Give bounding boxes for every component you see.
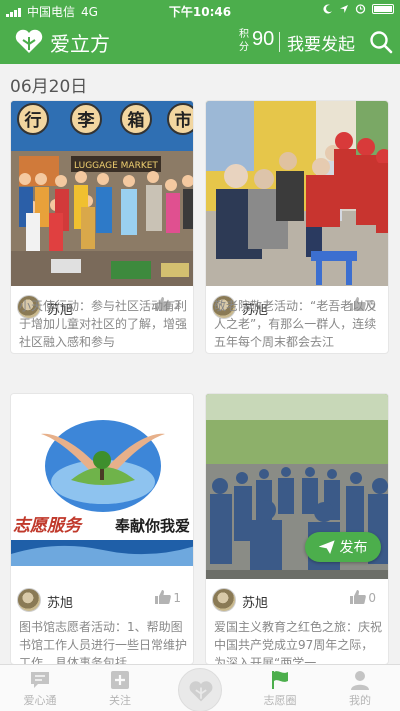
store-sign-char: 李 (78, 110, 95, 131)
heart-logo-icon (189, 681, 213, 702)
activity-excerpt: 爱国主义教育之红色之旅：庆祝中国共产党成立97周年之际，为深入开展“两学一 (214, 620, 383, 665)
plus-square-icon (111, 671, 129, 689)
volunteer-slogan-right: 奉献你我爱 (114, 517, 190, 535)
tab-label: 爱心通 (23, 694, 57, 707)
activity-card[interactable]: 苏旭 0 爱国主义教育之红色之旅：庆祝中国共产党成立97周年之际，为深入开展“两… (205, 393, 389, 665)
publish-button[interactable]: 发布 (305, 532, 381, 562)
activity-photo[interactable]: 行 李 箱 市 LUGGAGE MARKET (11, 101, 193, 286)
points-label: 积分 (239, 29, 249, 53)
store-sign-char: 箱 (128, 110, 145, 131)
top-nav-bar: 爱立方 积分 90 我要发起 (0, 20, 400, 64)
author-name: 苏旭 (242, 596, 269, 611)
activity-photo[interactable]: 志愿服务 奉献你我爱 (11, 394, 193, 579)
publish-label: 发布 (339, 540, 368, 556)
tab-follow[interactable]: 关注 (80, 665, 160, 711)
volunteer-slogan-left: 志愿服务 (13, 516, 84, 536)
activity-excerpt: 敬老院敬老活动：“老吾老以及人之老”，有那么一群人，连续五年每个周末都会去江 (214, 299, 377, 349)
like-count: 1 (173, 591, 181, 605)
activity-excerpt: 图书馆志愿者活动：1、帮助图书馆工作人员进行一些日常维护工作，具体事务包括 (19, 620, 188, 665)
location-icon (340, 4, 348, 13)
search-icon[interactable] (368, 29, 394, 55)
like-button[interactable]: 1 (154, 589, 181, 605)
activity-photo[interactable] (206, 101, 388, 286)
app-title: 爱立方 (50, 34, 110, 56)
tab-mine[interactable]: 我的 (320, 665, 400, 711)
message-icon (31, 672, 49, 688)
avatar[interactable] (212, 588, 236, 612)
divider (279, 32, 280, 52)
date-heading: 06月20日 (10, 77, 88, 97)
flag-icon (272, 671, 288, 689)
author-name: 苏旭 (47, 596, 74, 611)
points-value[interactable]: 90 (252, 28, 274, 51)
store-sign-char: 市 (175, 110, 192, 131)
person-icon (351, 671, 369, 690)
moon-icon (323, 4, 332, 14)
tab-volunteer-circle[interactable]: 志愿圈 (240, 665, 320, 711)
activity-card[interactable]: 行 李 箱 市 LUGGAGE MARKET 苏旭 2 小天使行动：参与社区活动… (10, 100, 194, 354)
card-meta: 苏旭 1 (11, 580, 193, 622)
card-meta: 苏旭 0 (206, 580, 388, 622)
like-button[interactable]: 0 (349, 589, 376, 605)
thumbs-up-icon (155, 590, 172, 604)
activity-card[interactable]: 志愿服务 奉献你我爱 苏旭 1 图书馆志愿者活动：1、帮助图书馆工作人员进行一些… (10, 393, 194, 665)
activity-excerpt: 小天使行动：参与社区活动有利于增加儿童对社区的了解，增强社区融入感和参与 (19, 299, 188, 349)
like-count: 0 (368, 591, 376, 605)
tab-label: 关注 (109, 694, 131, 707)
avatar[interactable] (17, 588, 41, 612)
center-home-button[interactable] (178, 668, 222, 711)
store-sign-char: 行 (24, 110, 42, 131)
activity-card[interactable]: 苏旭 0 敬老院敬老活动：“老吾老以及人之老”，有那么一群人，连续五年每个周末都… (205, 100, 389, 354)
tab-label: 志愿圈 (263, 694, 297, 707)
status-bar: 中国电信 4G 下午10:46 (0, 0, 400, 20)
tab-label: 我的 (349, 694, 371, 707)
battery-icon (372, 3, 394, 14)
tab-love-connect[interactable]: 爱心通 (0, 665, 80, 711)
initiate-button[interactable]: 我要发起 (287, 30, 355, 55)
store-banner-text: LUGGAGE MARKET (74, 161, 158, 171)
send-icon (318, 540, 335, 554)
alarm-icon (355, 4, 366, 14)
thumbs-up-icon (350, 590, 367, 604)
heart-logo-icon (15, 29, 43, 53)
